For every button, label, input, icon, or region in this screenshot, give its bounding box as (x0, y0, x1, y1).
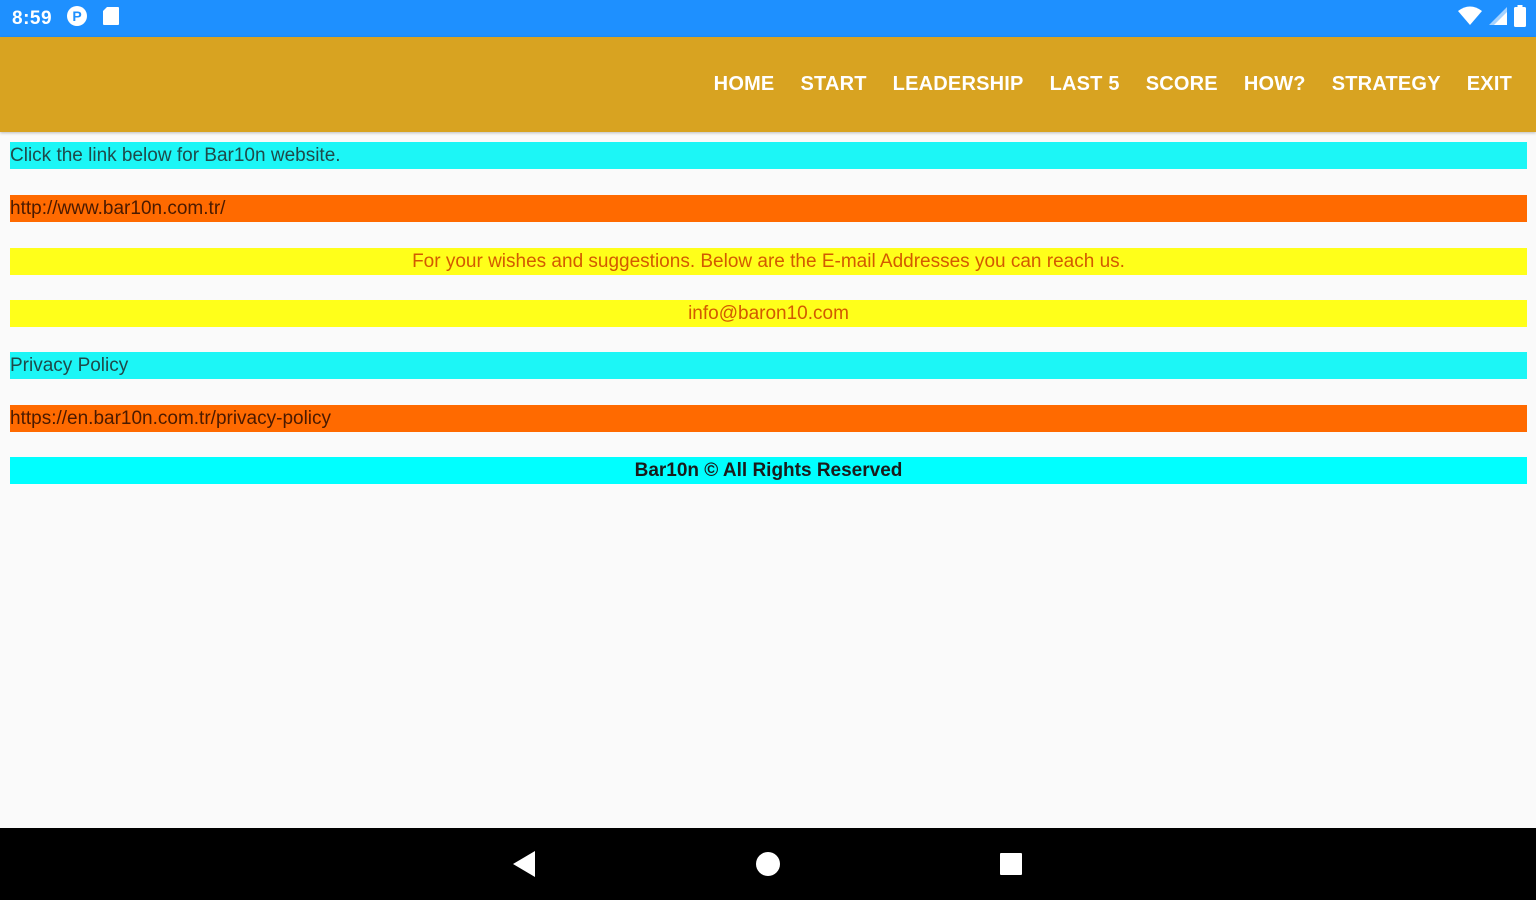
svg-text:P: P (72, 8, 81, 24)
nav-exit[interactable]: EXIT (1467, 73, 1512, 96)
nav-how[interactable]: HOW? (1244, 73, 1306, 96)
wifi-icon (1458, 6, 1482, 31)
system-nav-bar (0, 828, 1536, 900)
back-triangle-icon (513, 851, 535, 877)
privacy-label: Privacy Policy (10, 352, 1527, 379)
status-right (1458, 0, 1526, 37)
sd-card-icon (102, 6, 120, 31)
nav-strategy[interactable]: STRATEGY (1332, 73, 1441, 96)
copyright-text: Bar10n © All Rights Reserved (10, 457, 1527, 484)
recents-square-icon (1000, 853, 1022, 875)
nav-home[interactable]: HOME (714, 73, 775, 96)
website-prompt: Click the link below for Bar10n website. (10, 142, 1527, 169)
p-badge-icon: P (66, 5, 88, 32)
battery-icon (1514, 5, 1526, 32)
website-link[interactable]: http://www.bar10n.com.tr/ (10, 195, 1527, 222)
status-time: 8:59 (12, 7, 53, 29)
email-link[interactable]: info@baron10.com (10, 300, 1527, 327)
status-left: 8:59 P (12, 0, 120, 37)
top-nav: HOME START LEADERSHIP LAST 5 SCORE HOW? … (714, 37, 1512, 132)
recents-button[interactable] (981, 828, 1041, 900)
suggestions-text: For your wishes and suggestions. Below a… (10, 248, 1527, 275)
home-circle-icon (756, 852, 780, 876)
nav-last-5[interactable]: LAST 5 (1050, 73, 1120, 96)
status-bar: 8:59 P (0, 0, 1536, 37)
privacy-link[interactable]: https://en.bar10n.com.tr/privacy-policy (10, 405, 1527, 432)
home-button[interactable] (738, 828, 798, 900)
nav-score[interactable]: SCORE (1146, 73, 1218, 96)
nav-start[interactable]: START (800, 73, 866, 96)
back-button[interactable] (494, 828, 554, 900)
app-bar: HOME START LEADERSHIP LAST 5 SCORE HOW? … (0, 37, 1536, 132)
nav-leadership[interactable]: LEADERSHIP (893, 73, 1024, 96)
cell-signal-icon (1488, 6, 1508, 31)
